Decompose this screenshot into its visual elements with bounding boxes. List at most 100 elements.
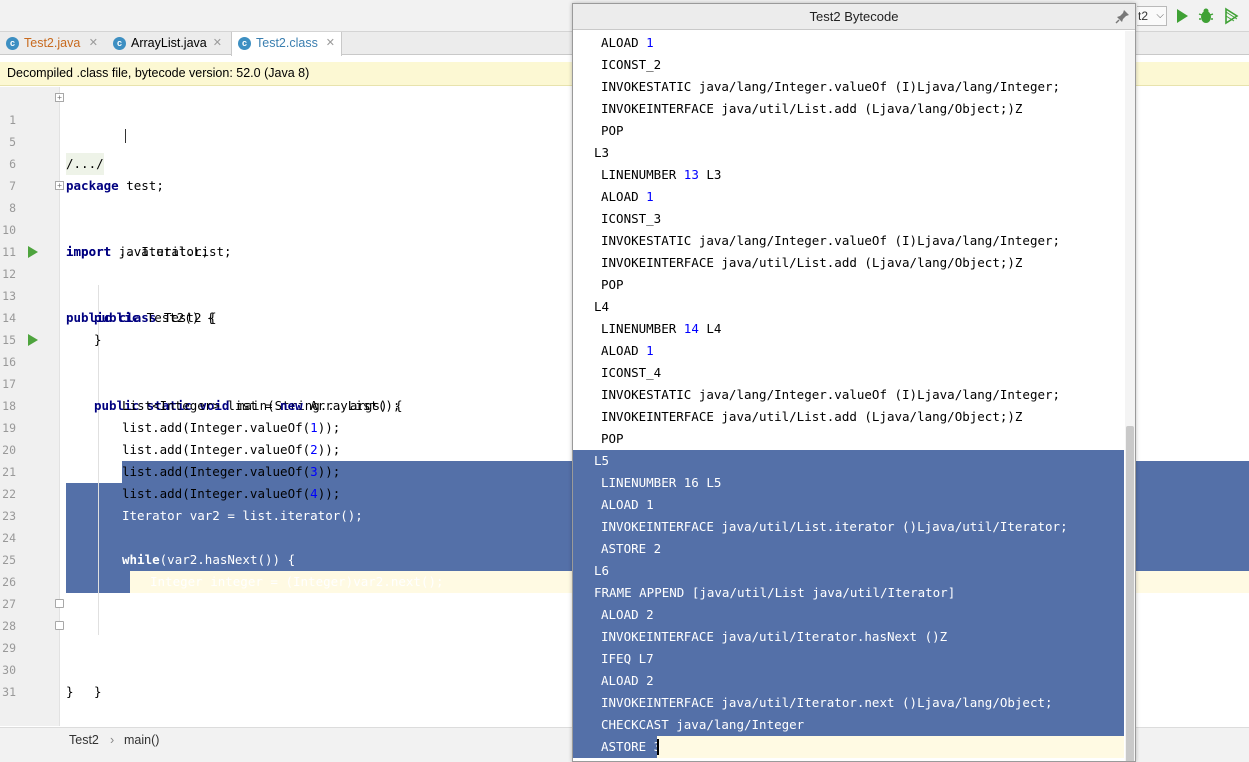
breadcrumb-item-class[interactable]: Test2 (69, 729, 99, 751)
bytecode-line[interactable]: L5 (573, 450, 1124, 472)
bytecode-line[interactable]: INVOKESTATIC java/lang/Integer.valueOf (… (573, 76, 1124, 98)
instruction-text: L3 (698, 167, 722, 182)
run-icon[interactable] (1173, 7, 1191, 25)
bytecode-line[interactable]: IFEQ L7 (573, 648, 1124, 670)
chevron-down-icon: ⌵ (1156, 10, 1164, 21)
fold-end-icon[interactable] (55, 621, 64, 630)
bytecode-instruction: POP (601, 428, 624, 450)
bytecode-line[interactable]: ALOAD 1 (573, 340, 1124, 362)
bytecode-line[interactable]: CHECKCAST java/lang/Integer (573, 714, 1124, 736)
debug-icon[interactable] (1197, 7, 1215, 25)
bytecode-line[interactable]: ICONST_2 (573, 54, 1124, 76)
bytecode-line[interactable]: INVOKEINTERFACE java/util/List.iterator … (573, 516, 1124, 538)
bytecode-line[interactable]: ALOAD 2 (573, 604, 1124, 626)
bytecode-instruction: LINENUMBER 13 L3 (601, 164, 721, 186)
class-icon: c (238, 37, 251, 50)
bytecode-popup[interactable]: Test2 Bytecode ALOAD 1 ICONST_2 INVOKESTAT… (572, 3, 1136, 762)
bytecode-instruction: ALOAD 1 (601, 340, 654, 362)
tab-test2-class[interactable]: c Test2.class ✕ (231, 32, 342, 56)
run-configuration-selector[interactable]: t2 ⌵ (1137, 6, 1167, 26)
bytecode-instruction: ALOAD 1 (601, 494, 654, 516)
bytecode-line[interactable]: INVOKEINTERFACE java/util/List.add (Ljav… (573, 252, 1124, 274)
tab-arraylist-java[interactable]: c ArrayList.java ✕ (107, 32, 228, 55)
bytecode-line[interactable]: ASTORE 3 (573, 736, 1124, 758)
bytecode-line[interactable]: LINENUMBER 13 L3 (573, 164, 1124, 186)
bytecode-instruction: LINENUMBER 16 L5 (601, 472, 721, 494)
instruction-text: INVOKEINTERFACE java/util/List.add (Ljav… (601, 101, 1023, 116)
bytecode-instruction: LINENUMBER 14 L4 (601, 318, 721, 340)
instruction-text: ALOAD 2 (601, 607, 654, 622)
bytecode-instruction: POP (601, 120, 624, 142)
instruction-text: INVOKEINTERFACE java/util/Iterator.hasNe… (601, 629, 948, 644)
instruction-text: ASTORE 2 (601, 541, 662, 556)
bytecode-line[interactable]: ALOAD 1 (573, 494, 1124, 516)
instruction-text: POP (601, 431, 624, 446)
bytecode-line[interactable]: L3 (573, 142, 1124, 164)
bytecode-instruction: INVOKEINTERFACE java/util/List.add (Ljav… (601, 98, 1022, 120)
bytecode-line[interactable]: POP (573, 274, 1124, 296)
instruction-text: INVOKESTATIC java/lang/Integer.valueOf (… (601, 233, 1061, 248)
bytecode-line[interactable]: ASTORE 2 (573, 538, 1124, 560)
bytecode-label: L5 (594, 453, 610, 468)
bytecode-line[interactable]: INVOKESTATIC java/lang/Integer.valueOf (… (573, 230, 1124, 252)
instruction-text: IFEQ L7 (601, 651, 654, 666)
code-text: } (94, 684, 102, 699)
instruction-text: ICONST_3 (601, 211, 662, 226)
bytecode-instruction: POP (601, 274, 624, 296)
bytecode-instruction: ICONST_3 (601, 208, 661, 230)
fold-end-icon[interactable] (55, 599, 64, 608)
bytecode-line[interactable]: INVOKEINTERFACE java/util/Iterator.next … (573, 692, 1124, 714)
run-gutter-icon[interactable] (28, 334, 38, 346)
bytecode-line[interactable]: ICONST_4 (573, 362, 1124, 384)
bytecode-line[interactable]: ALOAD 1 (573, 32, 1124, 54)
bytecode-listing[interactable]: ALOAD 1 ICONST_2 INVOKESTATIC java/lang/In… (573, 31, 1135, 761)
instruction-text: POP (601, 123, 624, 138)
run-gutter-icon[interactable] (28, 246, 38, 258)
bytecode-instruction: INVOKEINTERFACE java/util/List.add (Ljav… (601, 252, 1022, 274)
bytecode-line[interactable]: ALOAD 2 (573, 670, 1124, 692)
bytecode-line[interactable]: INVOKEINTERFACE java/util/List.add (Ljav… (573, 406, 1124, 428)
coverage-icon[interactable] (1222, 7, 1240, 25)
instruction-text: INVOKEINTERFACE java/util/List.add (Ljav… (601, 255, 1023, 270)
bytecode-line[interactable]: POP (573, 120, 1124, 142)
class-icon: c (113, 37, 126, 50)
class-icon: c (6, 37, 19, 50)
bytecode-line[interactable]: ALOAD 1 (573, 186, 1124, 208)
bytecode-line[interactable]: FRAME APPEND [java/util/List java/util/I… (573, 582, 1124, 604)
bytecode-line[interactable]: LINENUMBER 14 L4 (573, 318, 1124, 340)
instruction-text: LINENUMBER (601, 167, 684, 182)
bytecode-line[interactable]: L6 (573, 560, 1124, 582)
instruction-text: ALOAD (601, 343, 647, 358)
bytecode-line[interactable]: LINENUMBER 16 L5 (573, 472, 1124, 494)
bytecode-line[interactable]: L4 (573, 296, 1124, 318)
tab-test2-java[interactable]: c Test2.java ✕ (0, 32, 104, 55)
breadcrumb-item-method[interactable]: main() (124, 729, 159, 751)
scrollbar-thumb[interactable] (1126, 426, 1134, 761)
fold-expand-icon[interactable]: + (55, 93, 64, 102)
bytecode-instruction: INVOKEINTERFACE java/util/List.iterator … (601, 516, 1068, 538)
close-icon[interactable]: ✕ (326, 32, 335, 55)
bytecode-line[interactable]: POP (573, 428, 1124, 450)
bytecode-line[interactable]: INVOKESTATIC java/lang/Integer.valueOf (… (573, 384, 1124, 406)
bytecode-instruction: INVOKEINTERFACE java/util/Iterator.hasNe… (601, 626, 947, 648)
bytecode-instruction: ALOAD 2 (601, 670, 654, 692)
chevron-right-icon: › (110, 733, 115, 747)
instruction-text: ASTORE 3 (601, 739, 662, 754)
bytecode-instruction: ALOAD 2 (601, 604, 654, 626)
bytecode-instruction: INVOKESTATIC java/lang/Integer.valueOf (… (601, 230, 1060, 252)
instruction-text: CHECKCAST java/lang/Integer (601, 717, 805, 732)
bytecode-instruction: INVOKEINTERFACE java/util/Iterator.next … (601, 692, 1053, 714)
instruction-text: INVOKEINTERFACE java/util/List.iterator … (601, 519, 1068, 534)
close-icon[interactable]: ✕ (89, 32, 98, 55)
bytecode-line[interactable]: INVOKEINTERFACE java/util/Iterator.hasNe… (573, 626, 1124, 648)
fold-expand-icon[interactable]: + (55, 181, 64, 190)
bytecode-label: L4 (594, 299, 610, 314)
popup-scrollbar[interactable] (1125, 31, 1135, 761)
bytecode-instruction: INVOKEINTERFACE java/util/List.add (Ljav… (601, 406, 1022, 428)
pin-icon[interactable] (1115, 8, 1131, 24)
tab-label: Test2.class (256, 36, 318, 50)
bytecode-line[interactable]: INVOKEINTERFACE java/util/List.add (Ljav… (573, 98, 1124, 120)
close-icon[interactable]: ✕ (213, 32, 222, 55)
instruction-text: INVOKESTATIC java/lang/Integer.valueOf (… (601, 387, 1061, 402)
bytecode-line[interactable]: ICONST_3 (573, 208, 1124, 230)
